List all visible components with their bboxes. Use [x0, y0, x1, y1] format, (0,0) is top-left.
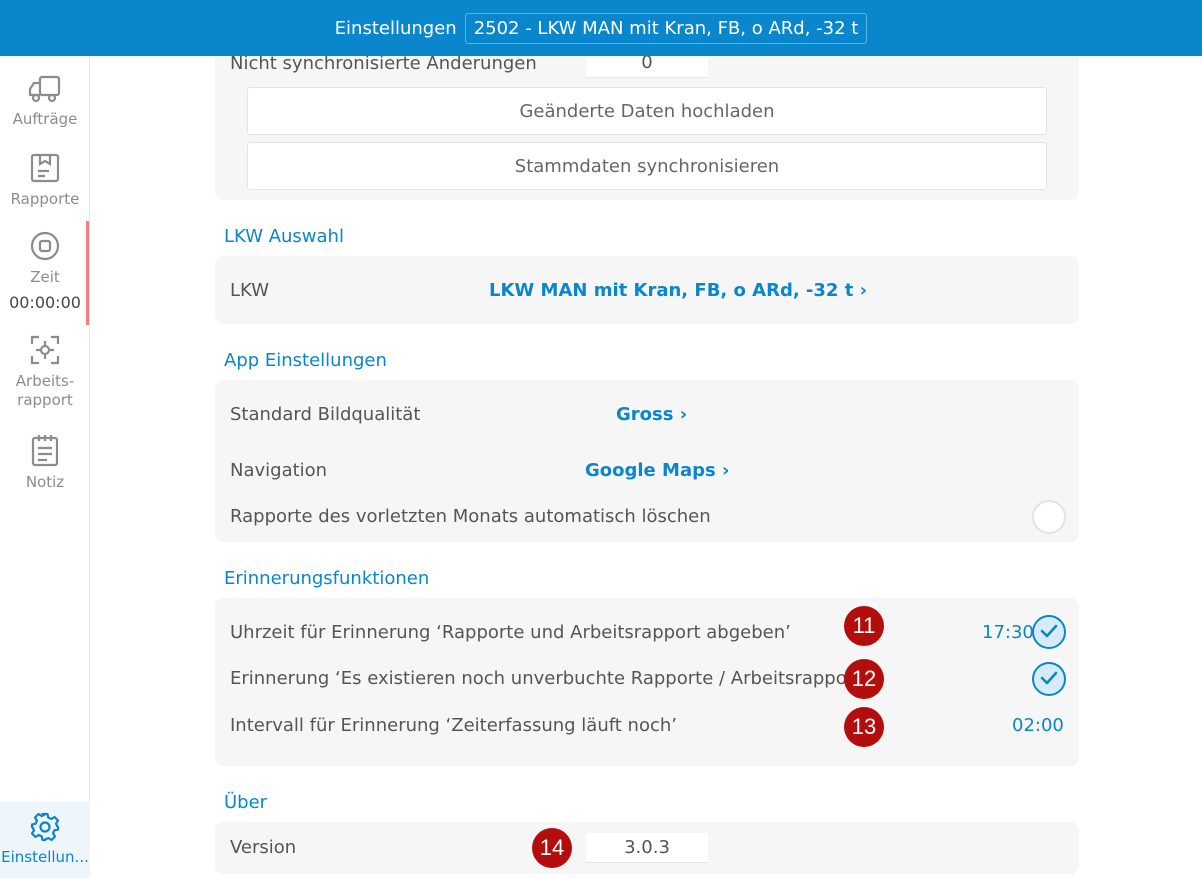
sidebar-item-label: Rapporte: [10, 190, 80, 208]
sidebar-item-auftraege[interactable]: Aufträge: [0, 74, 90, 129]
autodelete-label: Rapporte des vorletzten Monats automatis…: [230, 506, 711, 527]
version-value: 3.0.3: [586, 833, 708, 863]
sidebar-item-zeit[interactable]: Zeit 00:00:00: [0, 230, 90, 312]
stop-timer-icon: [0, 230, 90, 262]
active-timer-indicator: [86, 221, 89, 325]
gear-icon: [0, 812, 90, 842]
sidebar-item-einstellungen[interactable]: Einstellun...: [0, 802, 90, 878]
upload-changes-button[interactable]: Geänderte Daten hochladen: [247, 87, 1047, 135]
reminder-time-checkbox[interactable]: [1032, 615, 1066, 649]
vehicle-selector[interactable]: 2502 - LKW MAN mit Kran, FB, o ARd, -32 …: [464, 12, 868, 44]
image-quality-label: Standard Bildqualität: [230, 404, 421, 425]
report-icon: [0, 152, 90, 184]
navigation-select[interactable]: Google Maps ›: [585, 460, 729, 481]
sync-master-data-button[interactable]: Stammdaten synchronisieren: [247, 142, 1047, 190]
annotation-badge: 11: [844, 606, 884, 646]
unsynced-changes-label: Nicht synchronisierte Änderungen: [230, 56, 537, 74]
reminder-unbooked-label: Erinnerung ‘Es existieren noch unverbuch…: [230, 668, 878, 689]
unsynced-count: 0: [586, 56, 708, 78]
sidebar-item-label-line1: Arbeits-: [15, 372, 75, 390]
sidebar-item-label: Notiz: [25, 473, 65, 491]
sidebar-item-label: Einstellun...: [1, 848, 89, 866]
reminder-interval-value[interactable]: 02:00: [1012, 715, 1064, 736]
section-title-truck: LKW Auswahl: [224, 226, 344, 247]
sidebar-item-label-line2: rapport: [17, 391, 73, 409]
annotation-badge: 13: [844, 707, 884, 747]
page-title: Einstellungen: [334, 17, 457, 39]
annotation-badge: 12: [844, 659, 884, 699]
sidebar-item-arbeitsrapport[interactable]: Arbeits- rapport: [0, 334, 90, 410]
settings-content: Nicht synchronisierte Änderungen 0 Geänd…: [90, 56, 1202, 878]
checkmark-icon: [1040, 623, 1058, 642]
reminder-interval-label: Intervall für Erinnerung ‘Zeiterfassung …: [230, 715, 677, 736]
section-title-app-settings: App Einstellungen: [224, 350, 387, 371]
reminder-time-label: Uhrzeit für Erinnerung ‘Rapporte und Arb…: [230, 622, 791, 643]
scan-target-icon: [0, 334, 90, 366]
autodelete-checkbox[interactable]: [1032, 500, 1066, 534]
navigation-label: Navigation: [230, 460, 328, 481]
sidebar-item-rapporte[interactable]: Rapporte: [0, 152, 90, 209]
image-quality-select[interactable]: Gross ›: [616, 404, 687, 425]
annotation-badge: 14: [532, 828, 572, 868]
checkmark-icon: [1040, 670, 1058, 689]
reminder-time-value[interactable]: 17:30: [982, 622, 1034, 643]
truck-icon: [0, 74, 90, 104]
notepad-icon: [0, 433, 90, 467]
sidebar-item-notiz[interactable]: Notiz: [0, 433, 90, 492]
truck-label: LKW: [230, 280, 269, 301]
truck-select-link[interactable]: LKW MAN mit Kran, FB, o ARd, -32 t ›: [489, 280, 867, 301]
reminder-unbooked-checkbox[interactable]: [1032, 662, 1066, 696]
sidebar: Aufträge Rapporte Zeit 00:00:00 Arbeits-…: [0, 56, 90, 878]
top-bar: Einstellungen 2502 - LKW MAN mit Kran, F…: [0, 0, 1202, 56]
section-title-reminders: Erinnerungsfunktionen: [224, 568, 430, 589]
sidebar-item-label: Aufträge: [12, 110, 78, 128]
section-title-about: Über: [224, 792, 268, 813]
sidebar-item-label: Zeit: [30, 268, 60, 286]
timer-display: 00:00:00: [9, 293, 81, 312]
version-label: Version: [230, 837, 297, 858]
